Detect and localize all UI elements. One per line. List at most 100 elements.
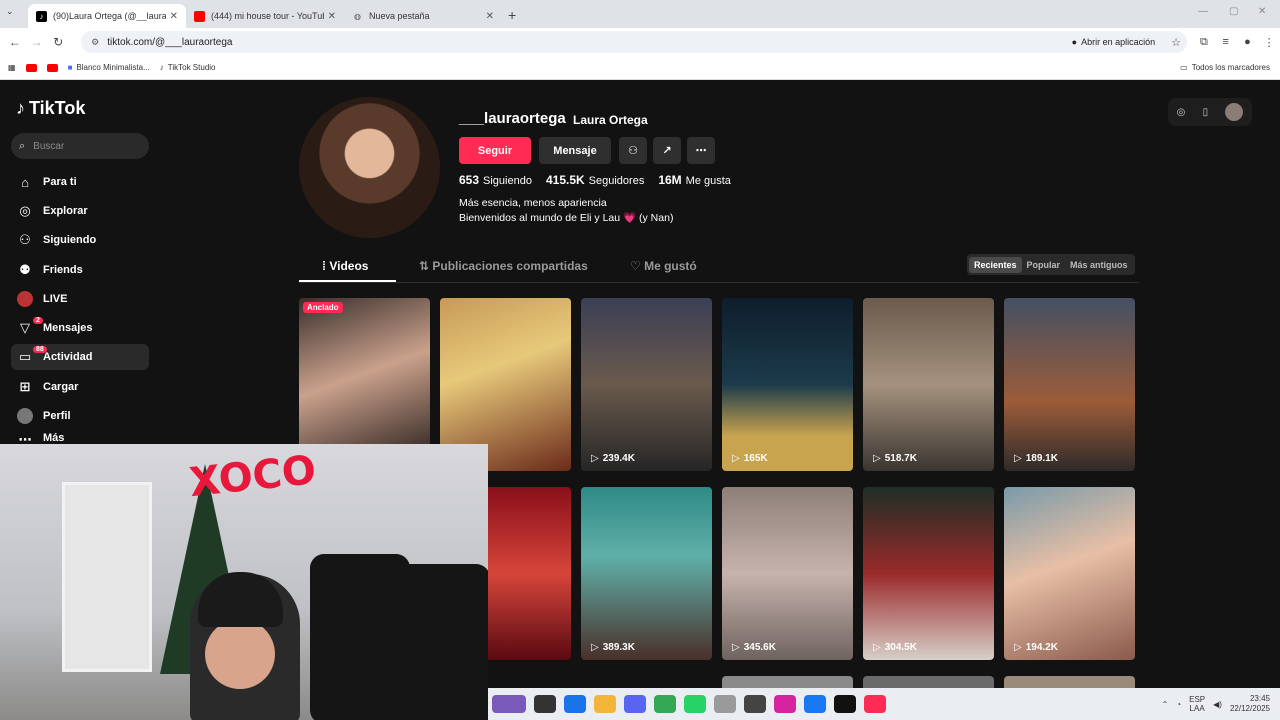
followers-stat[interactable]: 415.5K Seguidores bbox=[546, 173, 644, 187]
video-thumbnail[interactable]: ▷ 518.7K bbox=[863, 298, 994, 471]
network-icon[interactable]: ◔ bbox=[1176, 700, 1181, 709]
tiktok-logo[interactable]: ♪ TikTok bbox=[16, 98, 85, 119]
apps-grid-icon[interactable]: ▦ bbox=[8, 63, 16, 72]
volume-icon[interactable]: ◀) bbox=[1213, 700, 1222, 709]
tab-videos[interactable]: ⁞ Videos bbox=[322, 259, 368, 273]
sort-recent[interactable]: Recientes bbox=[969, 256, 1022, 273]
sidebar-item-explorar[interactable]: ◎ Explorar bbox=[11, 198, 149, 224]
sidebar-item-friends[interactable]: ⚉ Friends bbox=[11, 257, 149, 283]
message-button[interactable]: Mensaje bbox=[539, 137, 611, 164]
following-label: Siguiendo bbox=[483, 175, 532, 187]
view-count: ▷ 239.4K bbox=[591, 453, 635, 464]
sidebar-item-label: LIVE bbox=[43, 293, 68, 305]
obs-icon[interactable] bbox=[744, 695, 766, 713]
media-icon[interactable]: ≡ bbox=[1215, 36, 1237, 48]
profile-avatar-icon[interactable]: ● bbox=[1237, 36, 1259, 48]
close-window-icon[interactable]: ✕ bbox=[1258, 6, 1266, 17]
folder-icon[interactable] bbox=[594, 695, 616, 713]
facebook-icon[interactable] bbox=[804, 695, 826, 713]
user-avatar[interactable] bbox=[1225, 103, 1244, 121]
sidebar-item-label: Más bbox=[43, 432, 65, 444]
chevron-up-icon[interactable]: ⌃ bbox=[1162, 700, 1169, 709]
tab-shared[interactable]: ⇅ Publicaciones compartidas bbox=[419, 259, 588, 273]
more-options-icon[interactable]: ⋯ bbox=[687, 137, 715, 164]
site-info-icon[interactable]: ⚙ bbox=[91, 37, 99, 48]
sort-popular[interactable]: Popular bbox=[1022, 257, 1066, 273]
video-thumbnail[interactable]: ▷ 239.4K bbox=[581, 298, 712, 471]
sidebar-item-mensajes[interactable]: ▽ 2 Mensajes bbox=[11, 315, 149, 341]
address-bar[interactable]: ⚙ tiktok.com/@___lauraortega ● Abrir en … bbox=[81, 31, 1188, 53]
graffiti-wall-art: XOCO bbox=[187, 447, 319, 507]
video-thumbnail[interactable]: ▷ 304.5K bbox=[863, 487, 994, 660]
lang-code: ESP bbox=[1189, 695, 1206, 704]
extensions-icon[interactable]: ⧉ bbox=[1193, 36, 1215, 49]
sidebar-item-cargar[interactable]: ⊞ Cargar bbox=[11, 374, 149, 400]
video-thumbnail[interactable]: ▷ 165K bbox=[722, 298, 853, 471]
pinned-badge: Anclado bbox=[303, 302, 343, 313]
reload-icon[interactable]: ↻ bbox=[47, 35, 69, 49]
app-icon[interactable] bbox=[714, 695, 736, 713]
back-icon[interactable]: ← bbox=[4, 35, 26, 49]
add-friend-icon[interactable]: ⚇ bbox=[619, 137, 647, 164]
share-icon[interactable]: ↗ bbox=[653, 137, 681, 164]
home-icon: ⌂ bbox=[21, 174, 29, 190]
device-icon[interactable]: ▯ bbox=[1203, 107, 1209, 118]
restore-icon[interactable]: ▢ bbox=[1229, 6, 1238, 17]
browser-toolbar: ← → ↻ ⚙ tiktok.com/@___lauraortega ● Abr… bbox=[0, 28, 1280, 56]
video-thumbnail[interactable]: ▷ 389.3K bbox=[581, 487, 712, 660]
bookmark-tiktok-studio[interactable]: ♪ TikTok Studio bbox=[160, 63, 216, 72]
tab-search-chevron-icon[interactable]: ⌄ bbox=[6, 6, 14, 17]
youtube-bookmark-icon[interactable] bbox=[46, 63, 58, 72]
tiktok-studio-icon[interactable] bbox=[864, 695, 886, 713]
youtube-bookmark-icon[interactable] bbox=[25, 63, 37, 72]
video-thumbnail[interactable]: ▷ 189.1K bbox=[1004, 298, 1135, 471]
menu-icon[interactable]: ⋮ bbox=[1258, 36, 1280, 49]
following-stat[interactable]: 653 Siguiendo bbox=[459, 173, 532, 187]
tiktok-icon[interactable] bbox=[834, 695, 856, 713]
instagram-icon[interactable] bbox=[774, 695, 796, 713]
profile-avatar bbox=[299, 97, 440, 238]
clock[interactable]: 23:45 22/12/2025 bbox=[1230, 694, 1270, 714]
sort-oldest[interactable]: Más antiguos bbox=[1065, 257, 1133, 273]
sidebar-item-label: Perfil bbox=[43, 410, 71, 422]
language-indicator[interactable]: ESP LAA bbox=[1189, 695, 1205, 713]
edge-icon[interactable] bbox=[564, 695, 586, 713]
sidebar-item-mas[interactable]: ⋯ Más bbox=[11, 432, 149, 444]
sidebar-item-para-ti[interactable]: ⌂ Para ti bbox=[11, 169, 149, 195]
bookmark-star-icon[interactable]: ☆ bbox=[1165, 36, 1187, 49]
browser-tab-youtube[interactable]: (444) mi house tour - YouTube ✕ bbox=[186, 4, 344, 28]
follow-button[interactable]: Seguir bbox=[459, 137, 531, 164]
open-in-app-button[interactable]: ● Abrir en aplicación bbox=[1072, 37, 1155, 47]
close-tab-icon[interactable]: ✕ bbox=[486, 11, 494, 22]
close-tab-icon[interactable]: ✕ bbox=[328, 11, 336, 22]
coins-icon[interactable]: ◎ bbox=[1177, 107, 1186, 118]
app-icon[interactable] bbox=[534, 695, 556, 713]
sidebar-item-siguiendo[interactable]: ⚇ Siguiendo bbox=[11, 227, 149, 253]
minimize-icon[interactable]: — bbox=[1198, 6, 1208, 17]
browser-tab-tiktok[interactable]: ♪ (90)Laura Ortega (@__lauraort ✕ bbox=[28, 4, 186, 28]
video-thumbnail[interactable]: ▷ 345.6K bbox=[722, 487, 853, 660]
discord-icon[interactable] bbox=[624, 695, 646, 713]
bookmark-label: Todos los marcadores bbox=[1191, 63, 1270, 72]
all-bookmarks[interactable]: ▭ Todos los marcadores bbox=[1180, 63, 1270, 72]
tab-liked[interactable]: ♡ Me gustó bbox=[630, 259, 697, 273]
sidebar-item-live[interactable]: LIVE bbox=[11, 286, 149, 312]
bookmark-label: Blanco Minimalista... bbox=[76, 63, 150, 72]
bookmark-label: TikTok Studio bbox=[167, 63, 216, 72]
new-tab-button[interactable]: + bbox=[508, 4, 516, 28]
shelf bbox=[62, 482, 152, 672]
sidebar-item-actividad[interactable]: ▭ 88 Actividad bbox=[11, 344, 149, 370]
close-tab-icon[interactable]: ✕ bbox=[170, 11, 178, 22]
forward-icon[interactable]: → bbox=[26, 35, 48, 49]
bookmark-blanco[interactable]: ■ Blanco Minimalista... bbox=[68, 63, 150, 72]
tab-label: Videos bbox=[329, 259, 369, 273]
browser-tab-new[interactable]: ◍ Nueva pestaña ✕ bbox=[344, 4, 502, 28]
search-input[interactable]: ⌕ Buscar bbox=[11, 133, 149, 159]
whatsapp-icon[interactable] bbox=[684, 695, 706, 713]
sidebar-item-perfil[interactable]: Perfil bbox=[11, 403, 149, 429]
chrome-icon[interactable] bbox=[654, 695, 676, 713]
view-count: ▷ 389.3K bbox=[591, 642, 635, 653]
video-thumbnail[interactable]: ▷ 194.2K bbox=[1004, 487, 1135, 660]
view-count: ▷ 518.7K bbox=[873, 453, 917, 464]
app-icon[interactable] bbox=[492, 695, 526, 713]
